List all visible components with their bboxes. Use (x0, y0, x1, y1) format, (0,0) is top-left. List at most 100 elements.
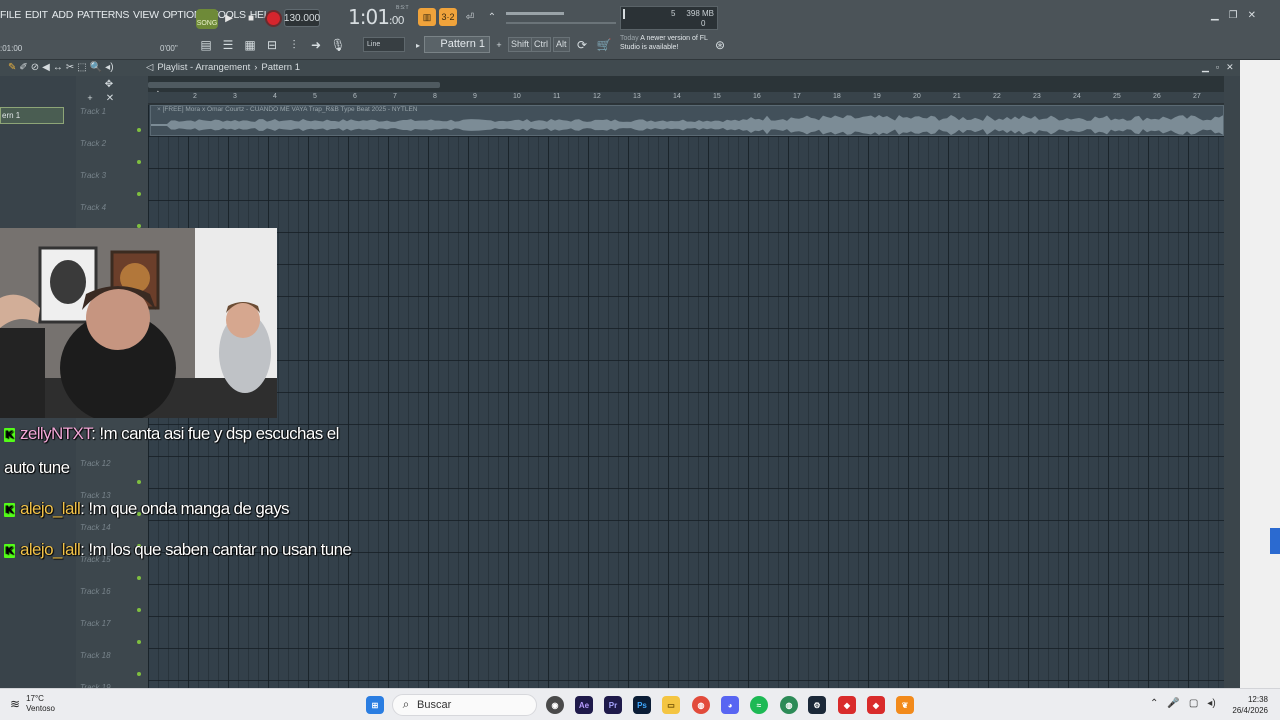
track-name[interactable]: Track 16 (80, 587, 111, 596)
countdown-button[interactable]: 3·2 (439, 8, 457, 26)
tempo-display[interactable]: 130.000 (284, 9, 320, 27)
pencil-icon[interactable]: ✎ (8, 62, 16, 73)
chrome-profile-icon[interactable]: ◍ (780, 696, 798, 714)
maximize-icon[interactable]: ▫ (1216, 62, 1219, 73)
wait-for-input-button[interactable]: ⏎ (461, 8, 479, 26)
playlist-grid[interactable] (148, 105, 1224, 688)
paint-icon[interactable]: ✐ (19, 62, 27, 73)
discord-icon[interactable]: ◕ (721, 696, 739, 714)
microphone-icon[interactable]: 🎙 (330, 37, 346, 53)
track-mute-dot[interactable] (137, 640, 141, 644)
channel-rack-icon[interactable]: ☰ (220, 37, 236, 53)
scroll-refresh-icon[interactable]: ⟳ (574, 37, 590, 53)
network-icon[interactable]: ▢ (1189, 698, 1198, 709)
arrow-right-icon[interactable]: ➜ (308, 37, 324, 53)
menu-file[interactable]: FILE (0, 9, 21, 21)
play-button[interactable]: ▶ (220, 9, 238, 27)
menu-add[interactable]: ADD (52, 9, 74, 21)
pattern-add-icon[interactable]: + (491, 37, 507, 53)
move-icon[interactable]: ✥ (101, 76, 117, 92)
menu-edit[interactable]: EDIT (25, 9, 48, 21)
alt-button[interactable]: Alt (553, 37, 570, 52)
chevron-up-icon[interactable]: ⌃ (1150, 698, 1158, 709)
track-name[interactable]: Track 14 (80, 523, 111, 532)
master-pitch-slider[interactable] (506, 22, 616, 24)
piano-roll-icon[interactable]: ▦ (242, 37, 258, 53)
shift-button[interactable]: Shift (508, 37, 533, 52)
playlist-pattern[interactable]: Pattern 1 (261, 62, 300, 73)
update-icon[interactable]: ⊛ (712, 37, 728, 53)
chrome-icon[interactable]: ◍ (692, 696, 710, 714)
track-name[interactable]: Track 1 (80, 107, 106, 116)
track-mute-dot[interactable] (137, 608, 141, 612)
stop-button[interactable]: ■ (242, 9, 260, 27)
taskbar-clock[interactable]: 12:38 26/4/2026 (1232, 694, 1268, 716)
slice-icon[interactable]: ✂ (66, 62, 74, 73)
track-name[interactable]: Track 3 (80, 171, 106, 180)
slip-icon[interactable]: ↔ (53, 62, 63, 73)
horizontal-scrollbar[interactable] (148, 82, 440, 88)
select-icon[interactable]: ⬚ (77, 62, 86, 73)
browser-icon[interactable]: ⊟ (264, 37, 280, 53)
steam-icon[interactable]: ⚙ (808, 696, 826, 714)
track-name[interactable]: Track 2 (80, 139, 106, 148)
typing-keyboard-button[interactable]: ▥ (418, 8, 436, 26)
mute-icon[interactable]: ◀ (42, 62, 50, 73)
track-mute-dot[interactable] (137, 480, 141, 484)
spotify-icon[interactable]: ≈ (750, 696, 768, 714)
volume-icon[interactable]: ◂) (1207, 698, 1215, 709)
track-name[interactable]: Track 12 (80, 459, 111, 468)
playlist-menu-icon[interactable]: ◁ (146, 62, 153, 73)
track-mute-dot[interactable] (137, 160, 141, 164)
audio-clip[interactable]: × [FREE] Mora x Omar Courtz - CUANDO ME … (150, 105, 1224, 136)
fl-studio-icon[interactable]: ❦ (896, 696, 914, 714)
fl-toolbar: FILE EDIT ADD PATTERNS VIEW OPTIONS TOOL… (0, 0, 1280, 60)
minimize-icon[interactable]: ▁ (1211, 10, 1219, 21)
app-red-icon-1[interactable]: ◆ (838, 696, 856, 714)
shop-cart-icon[interactable]: 🛒 (596, 37, 612, 53)
speaker-icon[interactable]: ◂) (105, 62, 113, 73)
record-icon (266, 11, 280, 25)
pattern-select[interactable]: Pattern 1 (424, 36, 490, 53)
mixer-icon[interactable]: ⫶ (286, 37, 302, 53)
track-mute-dot[interactable] (137, 192, 141, 196)
menu-view[interactable]: VIEW (133, 9, 159, 21)
close-icon[interactable]: ✕ (1226, 62, 1234, 73)
windows-start-icon[interactable]: ⊞ (366, 696, 384, 714)
snap-select[interactable]: Line (363, 37, 405, 52)
record-button[interactable] (264, 9, 282, 27)
weather-widget[interactable]: ≋ 17°C Ventoso (10, 694, 55, 714)
track-mute-dot[interactable] (137, 128, 141, 132)
premiere-icon[interactable]: Pr (604, 696, 622, 714)
track-name[interactable]: Track 4 (80, 203, 106, 212)
track-mute-dot[interactable] (137, 576, 141, 580)
master-volume-slider[interactable] (506, 12, 564, 15)
ctrl-button[interactable]: Ctrl (531, 37, 551, 52)
chat-text: : !m los que saben cantar no usan tune (80, 540, 352, 559)
close-icon[interactable]: ✕ (1248, 10, 1256, 21)
add-track-icon[interactable]: + (82, 90, 98, 106)
ruler-bar-label: 10 (513, 93, 521, 100)
track-name[interactable]: Track 18 (80, 651, 111, 660)
microphone-tray-icon[interactable]: 🎤 (1167, 698, 1179, 709)
picker-pattern-item[interactable]: ern 1 (0, 107, 64, 124)
playlist-icon[interactable]: ▤ (198, 37, 214, 53)
track-mute-dot[interactable] (137, 672, 141, 676)
app-red-icon-2[interactable]: ◆ (867, 696, 885, 714)
track-name[interactable]: Track 17 (80, 619, 111, 628)
ruler-bar-label: 24 (1073, 93, 1081, 100)
vertical-scrollbar[interactable] (1224, 76, 1240, 688)
close-x-icon[interactable]: ✕ (102, 90, 118, 106)
obs-icon[interactable]: ◉ (546, 696, 564, 714)
menu-patterns[interactable]: PATTERNS (77, 9, 129, 21)
maximize-icon[interactable]: ❐ (1229, 10, 1238, 21)
song-mode-button[interactable]: SONG (196, 9, 218, 29)
metronome-button[interactable]: ⌃ (483, 8, 501, 26)
minimize-icon[interactable]: ▁ (1202, 62, 1209, 73)
delete-icon[interactable]: ⊘ (31, 62, 39, 73)
after-effects-icon[interactable]: Ae (575, 696, 593, 714)
zoom-icon[interactable]: 🔍 (90, 62, 102, 73)
timeline-ruler[interactable]: 2 3 4 5 6 7 8 9 10 11 12 13 14 15 16 17 18 19 20 21 22 23 24 25… (148, 92, 1224, 104)
file-explorer-icon[interactable]: ▭ (662, 696, 680, 714)
photoshop-icon[interactable]: Ps (633, 696, 651, 714)
